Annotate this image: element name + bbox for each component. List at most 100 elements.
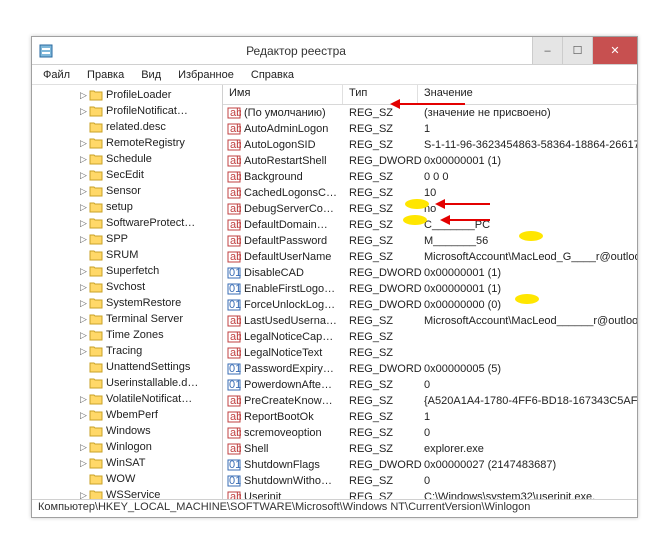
value-row[interactable]: abscremoveoptionREG_SZ0 (223, 425, 637, 441)
expand-icon[interactable]: ▷ (78, 170, 89, 181)
value-row[interactable]: 011EnableFirstLogo…REG_DWORD0x00000001 (… (223, 281, 637, 297)
expand-icon[interactable]: ▷ (78, 186, 89, 197)
registry-tree[interactable]: ▷ProfileLoader▷ProfileNotificat…related.… (32, 85, 223, 499)
value-row[interactable]: abPreCreateKnow…REG_SZ{A520A1A4-1780-4FF… (223, 393, 637, 409)
tree-item[interactable]: ▷ProfileNotificat… (32, 103, 222, 119)
tree-item[interactable]: ▷SecEdit (32, 167, 222, 183)
expand-icon[interactable]: ▷ (78, 346, 89, 357)
expand-icon[interactable]: ▷ (78, 330, 89, 341)
titlebar: Редактор реестра – ☐ ✕ (32, 37, 637, 65)
value-row[interactable]: abCachedLogonsC…REG_SZ10 (223, 185, 637, 201)
minimize-button[interactable]: – (532, 37, 562, 64)
value-row[interactable]: abBackgroundREG_SZ0 0 0 (223, 169, 637, 185)
tree-item[interactable]: ▷SystemRestore (32, 295, 222, 311)
value-row[interactable]: abLegalNoticeCap…REG_SZ (223, 329, 637, 345)
tree-item[interactable]: ▷Schedule (32, 151, 222, 167)
value-row[interactable]: ab(По умолчанию)REG_SZ(значение не присв… (223, 105, 637, 121)
tree-item[interactable]: ▷WinSAT (32, 455, 222, 471)
expand-icon[interactable]: ▷ (78, 234, 89, 245)
tree-item[interactable]: ▷ Superfetch (32, 263, 222, 279)
value-row[interactable]: 011DisableCADREG_DWORD0x00000001 (1) (223, 265, 637, 281)
value-type: REG_SZ (343, 251, 418, 263)
maximize-button[interactable]: ☐ (562, 37, 592, 64)
value-icon: ab (227, 154, 241, 168)
tree-item[interactable]: ▷SoftwareProtect… (32, 215, 222, 231)
value-row[interactable]: abAutoAdminLogonREG_SZ1 (223, 121, 637, 137)
expand-icon[interactable]: ▷ (78, 458, 89, 469)
menu-help[interactable]: Справка (244, 67, 301, 83)
menu-edit[interactable]: Правка (80, 67, 131, 83)
tree-item[interactable]: ▷VolatileNotificat… (32, 391, 222, 407)
menu-favorites[interactable]: Избранное (171, 67, 241, 83)
tree-item[interactable]: Userinstallable.d… (32, 375, 222, 391)
tree-item[interactable]: ▷Sensor (32, 183, 222, 199)
tree-item[interactable]: ▷Winlogon (32, 439, 222, 455)
value-row[interactable]: abShellREG_SZexplorer.exe (223, 441, 637, 457)
tree-item[interactable]: ▷Time Zones (32, 327, 222, 343)
value-icon: ab (227, 186, 241, 200)
value-icon: 011 (227, 458, 241, 472)
value-row[interactable]: abLegalNoticeTextREG_SZ (223, 345, 637, 361)
expand-icon[interactable]: ▷ (78, 282, 89, 293)
tree-item[interactable]: ▷setup (32, 199, 222, 215)
value-row[interactable]: abAutoLogonSIDREG_SZS-1-11-96-3623454863… (223, 137, 637, 153)
tree-item[interactable]: ▷Svchost (32, 279, 222, 295)
expand-icon[interactable]: ▷ (78, 394, 89, 405)
window-controls: – ☐ ✕ (532, 37, 637, 64)
tree-item[interactable]: UnattendSettings (32, 359, 222, 375)
svg-text:ab: ab (230, 187, 241, 199)
expand-icon[interactable]: ▷ (78, 442, 89, 453)
expand-icon[interactable]: ▷ (78, 314, 89, 325)
value-row[interactable]: abDefaultDomain…REG_SZC_______PC (223, 217, 637, 233)
expand-icon[interactable]: ▷ (78, 218, 89, 229)
col-type[interactable]: Тип (343, 85, 418, 104)
tree-item[interactable]: Windows (32, 423, 222, 439)
svg-text:ab: ab (230, 171, 241, 183)
expand-icon[interactable]: ▷ (78, 490, 89, 500)
tree-item[interactable]: ▷Tracing (32, 343, 222, 359)
svg-text:ab: ab (230, 411, 241, 423)
col-name[interactable]: Имя (223, 85, 343, 104)
expand-icon[interactable]: ▷ (78, 90, 89, 101)
tree-item[interactable]: SRUM (32, 247, 222, 263)
value-row[interactable]: abDebugServerCo…REG_SZno (223, 201, 637, 217)
value-type: REG_SZ (343, 491, 418, 499)
tree-item[interactable]: ▷SPP (32, 231, 222, 247)
value-row[interactable]: abLastUsedUserna…REG_SZMicrosoftAccount\… (223, 313, 637, 329)
tree-label: Superfetch (106, 265, 159, 277)
expand-icon[interactable]: ▷ (78, 298, 89, 309)
expand-icon[interactable]: ▷ (78, 202, 89, 213)
expand-icon[interactable]: ▷ (78, 138, 89, 149)
svg-text:ab: ab (230, 139, 241, 151)
value-row[interactable]: abDefaultUserNameREG_SZMicrosoftAccount\… (223, 249, 637, 265)
menu-file[interactable]: Файл (36, 67, 77, 83)
value-row[interactable]: abAutoRestartShellREG_DWORD0x00000001 (1… (223, 153, 637, 169)
col-value[interactable]: Значение (418, 85, 637, 104)
value-row[interactable]: abReportBootOkREG_SZ1 (223, 409, 637, 425)
expand-icon[interactable]: ▷ (78, 410, 89, 421)
expand-icon[interactable]: ▷ (78, 266, 89, 277)
tree-item[interactable]: related.desc (32, 119, 222, 135)
value-type: REG_SZ (343, 427, 418, 439)
value-row[interactable]: abDefaultPasswordREG_SZM_______56 (223, 233, 637, 249)
value-data: explorer.exe (418, 443, 637, 455)
folder-icon (89, 249, 103, 261)
tree-item[interactable]: WOW (32, 471, 222, 487)
value-row[interactable]: abUserinitREG_SZC:\Windows\system32\user… (223, 489, 637, 499)
value-row[interactable]: 011PasswordExpiry…REG_DWORD0x00000005 (5… (223, 361, 637, 377)
svg-text:ab: ab (230, 203, 241, 215)
tree-item[interactable]: ▷WbemPerf (32, 407, 222, 423)
value-row[interactable]: 011ShutdownFlagsREG_DWORD0x00000027 (214… (223, 457, 637, 473)
value-name: DisableCAD (244, 267, 304, 279)
value-row[interactable]: 011PowerdownAfte…REG_SZ0 (223, 377, 637, 393)
expand-icon[interactable]: ▷ (78, 154, 89, 165)
menu-view[interactable]: Вид (134, 67, 168, 83)
tree-item[interactable]: ▷ProfileLoader (32, 87, 222, 103)
tree-item[interactable]: ▷Terminal Server (32, 311, 222, 327)
close-button[interactable]: ✕ (592, 37, 637, 64)
tree-item[interactable]: ▷WSService (32, 487, 222, 499)
value-row[interactable]: 011ForceUnlockLog…REG_DWORD0x00000000 (0… (223, 297, 637, 313)
expand-icon[interactable]: ▷ (78, 106, 89, 117)
value-row[interactable]: 011ShutdownWitho…REG_SZ0 (223, 473, 637, 489)
tree-item[interactable]: ▷RemoteRegistry (32, 135, 222, 151)
